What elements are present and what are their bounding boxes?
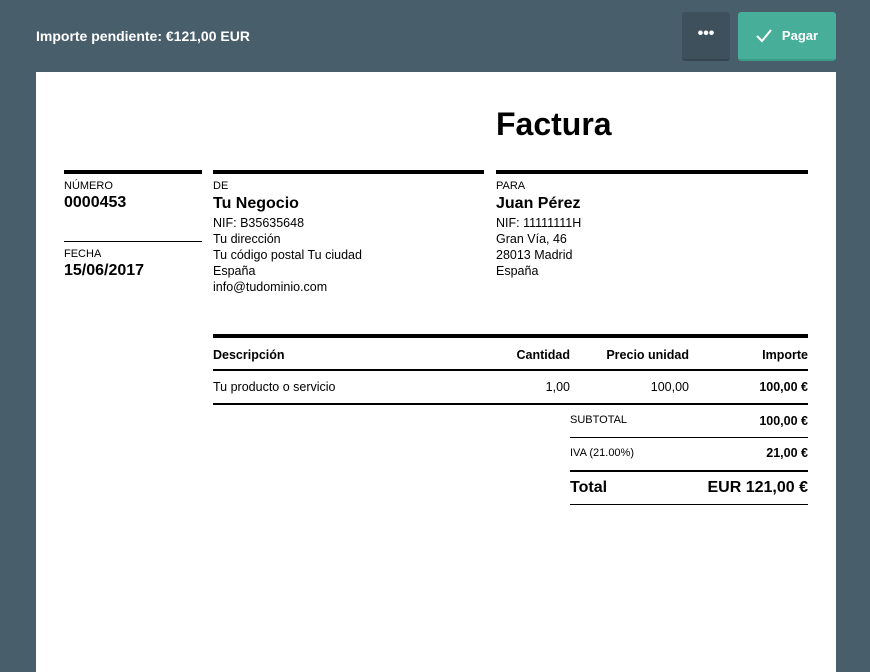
subtotal-value: 100,00 € xyxy=(759,414,808,428)
total-value: EUR 121,00 € xyxy=(707,479,808,496)
from-name: Tu Negocio xyxy=(213,195,299,212)
invoice-date: 15/06/2017 xyxy=(64,262,145,279)
from-line: NIF: B35635648 xyxy=(213,216,305,230)
from-address: NIF: B35635648 Tu dirección Tu código po… xyxy=(213,215,362,295)
divider xyxy=(64,241,202,242)
header-quantity: Cantidad xyxy=(516,348,570,362)
tax-label: IVA (21.00%) xyxy=(570,447,634,459)
invoice-number: 0000453 xyxy=(64,194,127,211)
to-line: España xyxy=(496,264,539,278)
from-line: info@tudominio.com xyxy=(213,280,328,294)
divider xyxy=(213,369,808,371)
row-description: Tu producto o servicio xyxy=(213,380,336,394)
pay-label: Pagar xyxy=(781,28,819,43)
header-description: Descripción xyxy=(213,348,285,362)
total-label: Total xyxy=(570,479,608,496)
tax-value: 21,00 € xyxy=(766,446,808,460)
row-unit-price: 100,00 xyxy=(650,380,689,394)
date-label: FECHA xyxy=(64,248,102,260)
subtotal-label: SUBTOTAL xyxy=(570,414,628,426)
to-line: 28013 Madrid xyxy=(496,248,573,262)
invoice-document: Factura NÚMERO 0000453 FECHA 15/06/2017 … xyxy=(36,72,836,672)
more-options-button[interactable]: ••• xyxy=(682,12,730,61)
number-label: NÚMERO xyxy=(64,180,113,192)
invoice-title: Factura xyxy=(496,106,612,142)
divider xyxy=(570,437,808,438)
from-line: Tu código postal Tu ciudad xyxy=(213,248,362,262)
header-amount: Importe xyxy=(762,348,808,362)
divider xyxy=(64,170,202,174)
from-line: España xyxy=(213,264,256,278)
divider xyxy=(570,504,808,505)
to-line: NIF: 11111111H xyxy=(496,216,582,230)
from-line: Tu dirección xyxy=(213,232,281,246)
amount-due: Importe pendiente: €121,00 EUR xyxy=(36,28,250,44)
divider xyxy=(213,170,484,174)
divider xyxy=(213,403,808,405)
divider xyxy=(570,470,808,472)
to-name: Juan Pérez xyxy=(496,195,581,212)
divider xyxy=(496,170,808,174)
row-quantity: 1,00 xyxy=(545,380,570,394)
from-label: DE xyxy=(213,180,229,192)
check-icon xyxy=(756,28,772,42)
pay-button[interactable]: Pagar xyxy=(738,12,836,61)
to-address: NIF: 11111111H Gran Vía, 46 28013 Madrid… xyxy=(496,215,581,279)
header-unit-price: Precio unidad xyxy=(606,348,689,362)
to-label: PARA xyxy=(496,180,526,192)
divider xyxy=(213,334,808,338)
row-amount: 100,00 € xyxy=(759,380,808,394)
to-line: Gran Vía, 46 xyxy=(496,232,567,246)
